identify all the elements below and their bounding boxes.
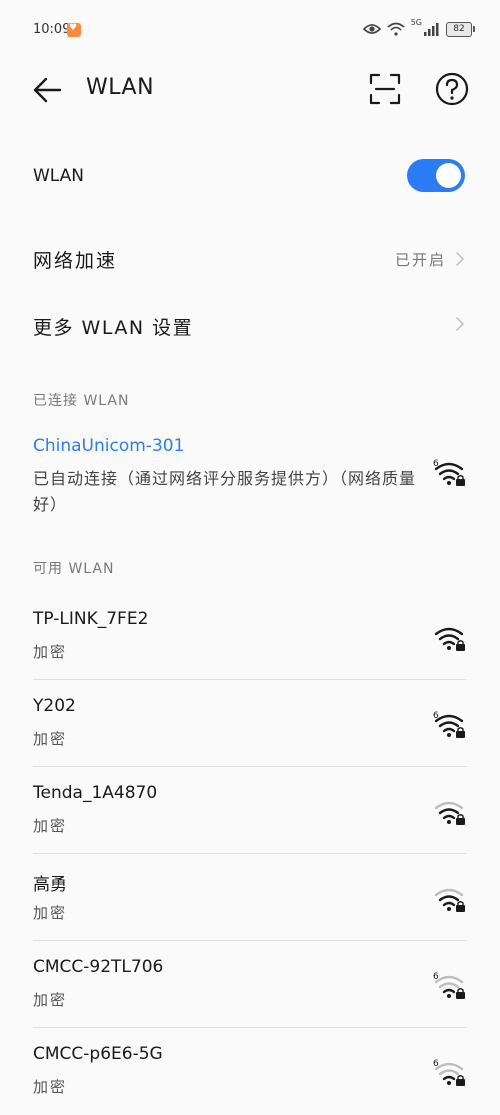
network-row[interactable]: TP-LINK_7FE2 加密 (0, 593, 500, 680)
wifi6-weak-lock-icon: 6 (433, 972, 465, 999)
network-accel-label[interactable]: 网络加速 (33, 246, 117, 273)
network-name: Y202 (33, 696, 76, 716)
signal-icon (424, 22, 439, 36)
network-row[interactable]: Y202 加密 6 (0, 680, 500, 767)
connected-section-label: 已连接 WLAN (33, 393, 130, 409)
toggle-knob (436, 163, 461, 188)
network-security: 加密 (33, 991, 68, 1009)
status-icons: 5G 82 (362, 18, 475, 40)
network-security: 加密 (33, 730, 68, 748)
network-type-label: 5G (410, 18, 422, 27)
wlan-toggle-label: WLAN (33, 166, 85, 186)
wifi6-weak-lock-icon: 6 (433, 1059, 465, 1086)
status-time: 10:09 (33, 22, 71, 37)
connected-network-status: 已自动连接（通过网络评分服务提供方）（网络质量好） (33, 469, 417, 514)
network-security: 加密 (33, 643, 68, 661)
available-section-label: 可用 WLAN (33, 561, 115, 577)
more-wlan-settings[interactable]: 更多 WLAN 设置 (33, 313, 193, 340)
wifi-full-lock-icon (434, 627, 465, 651)
notification-app-icon (67, 23, 81, 37)
battery-icon: 82 (446, 21, 475, 37)
network-security: 加密 (33, 1078, 68, 1096)
help-icon[interactable] (433, 70, 471, 108)
connected-network-name[interactable]: ChinaUnicom-301 (33, 436, 184, 456)
network-row[interactable]: Tenda_1A4870 加密 (0, 767, 500, 854)
network-name: Tenda_1A4870 (33, 783, 158, 803)
battery-level: 82 (453, 24, 465, 34)
wifi-medium-lock-icon (434, 801, 465, 825)
network-row[interactable]: CMCC-92TL706 加密 6 (0, 941, 500, 1028)
network-row[interactable]: CMCC-p6E6-5G 加密 6 (0, 1028, 500, 1115)
eye-icon (362, 24, 381, 34)
wifi-medium-lock-icon (434, 888, 465, 912)
network-name: CMCC-92TL706 (33, 957, 164, 977)
wifi6-full-lock-icon: 6 (433, 711, 465, 738)
chevron-right-icon (456, 252, 464, 266)
wifi-status-icon (387, 22, 405, 36)
back-arrow-icon[interactable] (30, 72, 66, 108)
page-title: WLAN (86, 75, 155, 100)
scan-icon[interactable] (366, 70, 404, 108)
wifi6-full-lock-icon: 6 (433, 459, 465, 486)
network-accel-value: 已开启 (394, 251, 446, 269)
network-row[interactable]: 高勇 加密 (0, 854, 500, 941)
network-name: 高勇 (33, 875, 67, 895)
wlan-toggle-switch[interactable] (407, 159, 465, 192)
chevron-right-icon (456, 317, 464, 331)
network-name: TP-LINK_7FE2 (33, 609, 149, 629)
network-security: 加密 (33, 817, 68, 835)
network-security: 加密 (33, 904, 68, 922)
network-name: CMCC-p6E6-5G (33, 1044, 163, 1064)
